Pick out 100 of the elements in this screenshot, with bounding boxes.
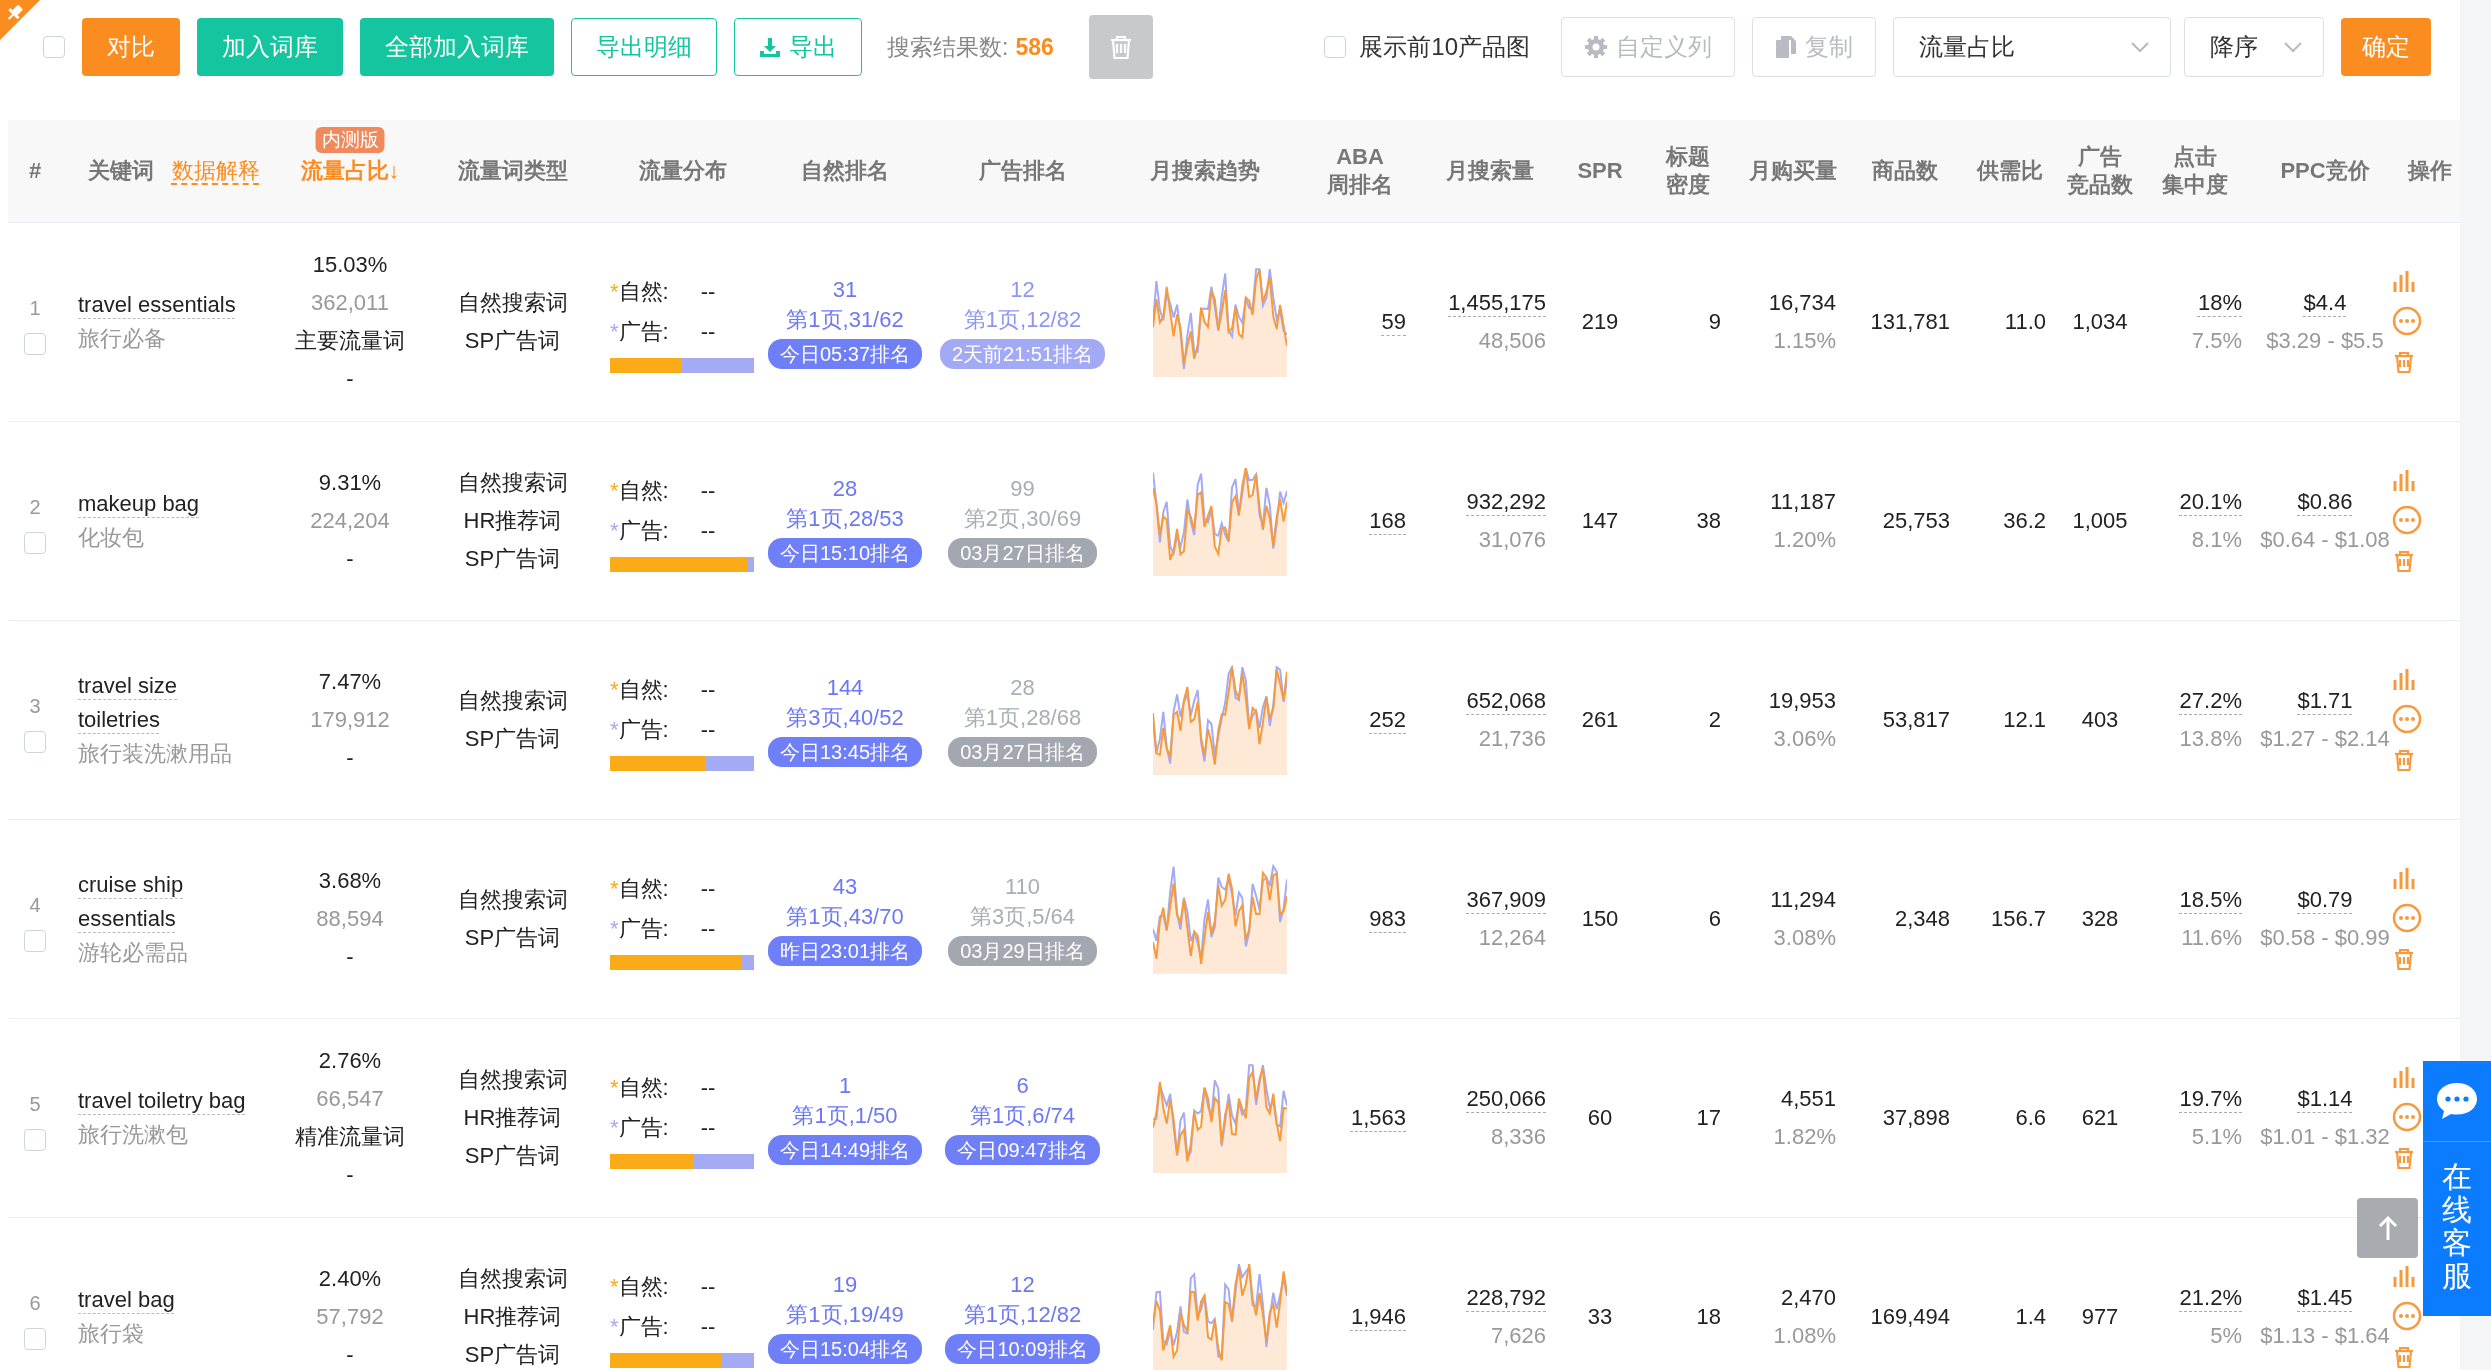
support-widget[interactable]: 在线客服 (2423, 1061, 2491, 1316)
ppc-bid[interactable]: $0.79 (2297, 881, 2353, 919)
ad-competitor-count: 977 (2081, 1303, 2119, 1331)
column-header[interactable]: 流量分布 (638, 157, 727, 185)
row-checkbox[interactable] (24, 930, 46, 952)
metric-value[interactable]: 932,292 (1466, 483, 1546, 521)
row-checkbox[interactable] (24, 333, 46, 355)
bar-chart-icon[interactable] (2392, 469, 2416, 491)
aba-rank[interactable]: 59 (1381, 303, 1406, 341)
trash-icon[interactable] (2392, 1146, 2416, 1170)
ppc-bid[interactable]: $1.71 (2297, 682, 2353, 720)
ad-competitor-count: 621 (2081, 1104, 2119, 1132)
ppc-bid[interactable]: $1.45 (2297, 1279, 2353, 1317)
aba-rank[interactable]: 1,946 (1350, 1298, 1406, 1336)
ppc-bid[interactable]: $0.86 (2297, 483, 2353, 521)
metric-sub-value: 8,336 (1490, 1123, 1546, 1151)
keyword-text[interactable]: travel size toiletries (78, 669, 263, 737)
flow-label: 广告: (618, 1113, 669, 1142)
ppc-bid[interactable]: $1.14 (2297, 1080, 2353, 1118)
row-checkbox[interactable] (24, 1328, 46, 1350)
column-header[interactable]: 商品数 (1872, 157, 1938, 185)
column-header[interactable]: 流量词类型 (457, 157, 568, 185)
show-images-checkbox[interactable] (1324, 36, 1347, 58)
trash-icon[interactable] (2392, 1345, 2416, 1369)
dropdown-select[interactable]: 降序 (2184, 17, 2324, 77)
aba-rank[interactable]: 168 (1369, 502, 1406, 540)
row-checkbox[interactable] (24, 532, 46, 554)
row-number: 2 (29, 495, 41, 520)
more-icon[interactable] (2392, 306, 2422, 336)
keyword-text[interactable]: travel essentials (78, 288, 236, 322)
support-label: 在线客服 (2442, 1160, 2472, 1292)
metric-value[interactable]: 250,066 (1466, 1080, 1546, 1118)
bar-chart-icon[interactable] (2392, 668, 2416, 690)
metric-value[interactable]: 21.2% (2179, 1279, 2242, 1317)
row-checkbox[interactable] (24, 1129, 46, 1151)
metric-value[interactable]: 1,455,175 (1448, 284, 1546, 322)
bar-chart-icon[interactable] (2392, 1265, 2416, 1287)
more-icon[interactable] (2392, 505, 2422, 535)
column-header[interactable]: 月购买量 (1748, 157, 1837, 185)
metric-value[interactable]: 228,792 (1466, 1279, 1546, 1317)
supply-demand-ratio: 11.0 (2004, 308, 2046, 336)
aba-rank[interactable]: 1,563 (1350, 1099, 1406, 1137)
column-header[interactable]: 自然排名 (801, 157, 889, 185)
column-header[interactable]: # (28, 157, 42, 185)
title-density: 17 (1696, 1104, 1721, 1132)
column-header[interactable]: 月搜索量 (1446, 157, 1534, 185)
column-header[interactable]: 点击 集中度 (2162, 143, 2228, 199)
metric-value: 11,294 (1770, 886, 1836, 914)
keyword-type: SP广告词 (464, 924, 561, 952)
column-header[interactable]: SPR (1577, 157, 1623, 185)
metric-value[interactable]: 367,909 (1466, 881, 1546, 919)
column-header[interactable]: 关键词 (87, 157, 154, 185)
flow-label: 自然: (618, 1272, 669, 1301)
aba-rank[interactable]: 252 (1369, 701, 1406, 739)
more-icon[interactable] (2392, 1301, 2422, 1331)
column-header[interactable]: 标题 密度 (1665, 143, 1710, 199)
column-header[interactable]: ABA 周排名 (1327, 143, 1393, 199)
column-header[interactable]: 广告 竞品数 (2067, 143, 2133, 199)
trash-icon[interactable] (2392, 549, 2416, 573)
flow-marker: * (610, 1073, 619, 1102)
more-icon[interactable] (2392, 903, 2422, 933)
metric-value[interactable]: 18% (2197, 284, 2242, 322)
metric-value[interactable]: 652,068 (1466, 682, 1546, 720)
keyword-text[interactable]: cruise ship essentials (78, 868, 263, 936)
column-header[interactable]: 月搜索趋势 (1150, 157, 1260, 185)
metric-value[interactable]: 20.1% (2179, 483, 2242, 521)
title-density: 18 (1696, 1303, 1721, 1331)
product-count: 53,817 (1882, 706, 1950, 734)
metric-value[interactable]: 19.7% (2179, 1080, 2242, 1118)
metric-sub-value: 3.06% (1773, 725, 1836, 753)
metric-value[interactable]: 18.5% (2179, 881, 2242, 919)
aba-rank[interactable]: 983 (1369, 900, 1406, 938)
keyword-text[interactable]: travel bag (78, 1283, 175, 1317)
metric-value[interactable]: 27.2% (2179, 682, 2242, 720)
trash-icon[interactable] (2392, 748, 2416, 772)
flow-label: 广告: (618, 516, 669, 545)
column-header[interactable]: 操作 (2408, 157, 2452, 185)
column-header[interactable]: PPC竞价 (2280, 157, 2370, 185)
metric-sub-value: 1.82% (1773, 1123, 1836, 1151)
trash-icon[interactable] (2392, 350, 2416, 374)
more-icon[interactable] (2392, 704, 2422, 734)
column-header[interactable]: 广告排名 (978, 157, 1067, 185)
flow-label: 自然: (618, 874, 669, 903)
bar-chart-icon[interactable] (2392, 1066, 2416, 1088)
rank-number: 144 (826, 674, 864, 702)
more-icon[interactable] (2392, 1102, 2422, 1132)
trash-icon[interactable] (2392, 947, 2416, 971)
keyword-text[interactable]: makeup bag (78, 487, 200, 521)
select-all-checkbox[interactable] (43, 36, 65, 58)
keyword-type: HR推荐词 (463, 1303, 562, 1331)
keyword-text[interactable]: travel toiletry bag (78, 1084, 246, 1118)
row-checkbox[interactable] (24, 731, 46, 753)
traffic-count: 66,547 (316, 1085, 384, 1113)
flow-value: -- (700, 516, 716, 545)
scroll-to-top-button[interactable] (2357, 1198, 2418, 1258)
bar-chart-icon[interactable] (2392, 867, 2416, 889)
dropdown-select[interactable]: 流量占比 (1893, 17, 2171, 77)
bar-chart-icon[interactable] (2392, 270, 2416, 292)
column-header[interactable]: 供需比 (1977, 157, 2043, 185)
ppc-bid[interactable]: $4.4 (2303, 284, 2347, 322)
